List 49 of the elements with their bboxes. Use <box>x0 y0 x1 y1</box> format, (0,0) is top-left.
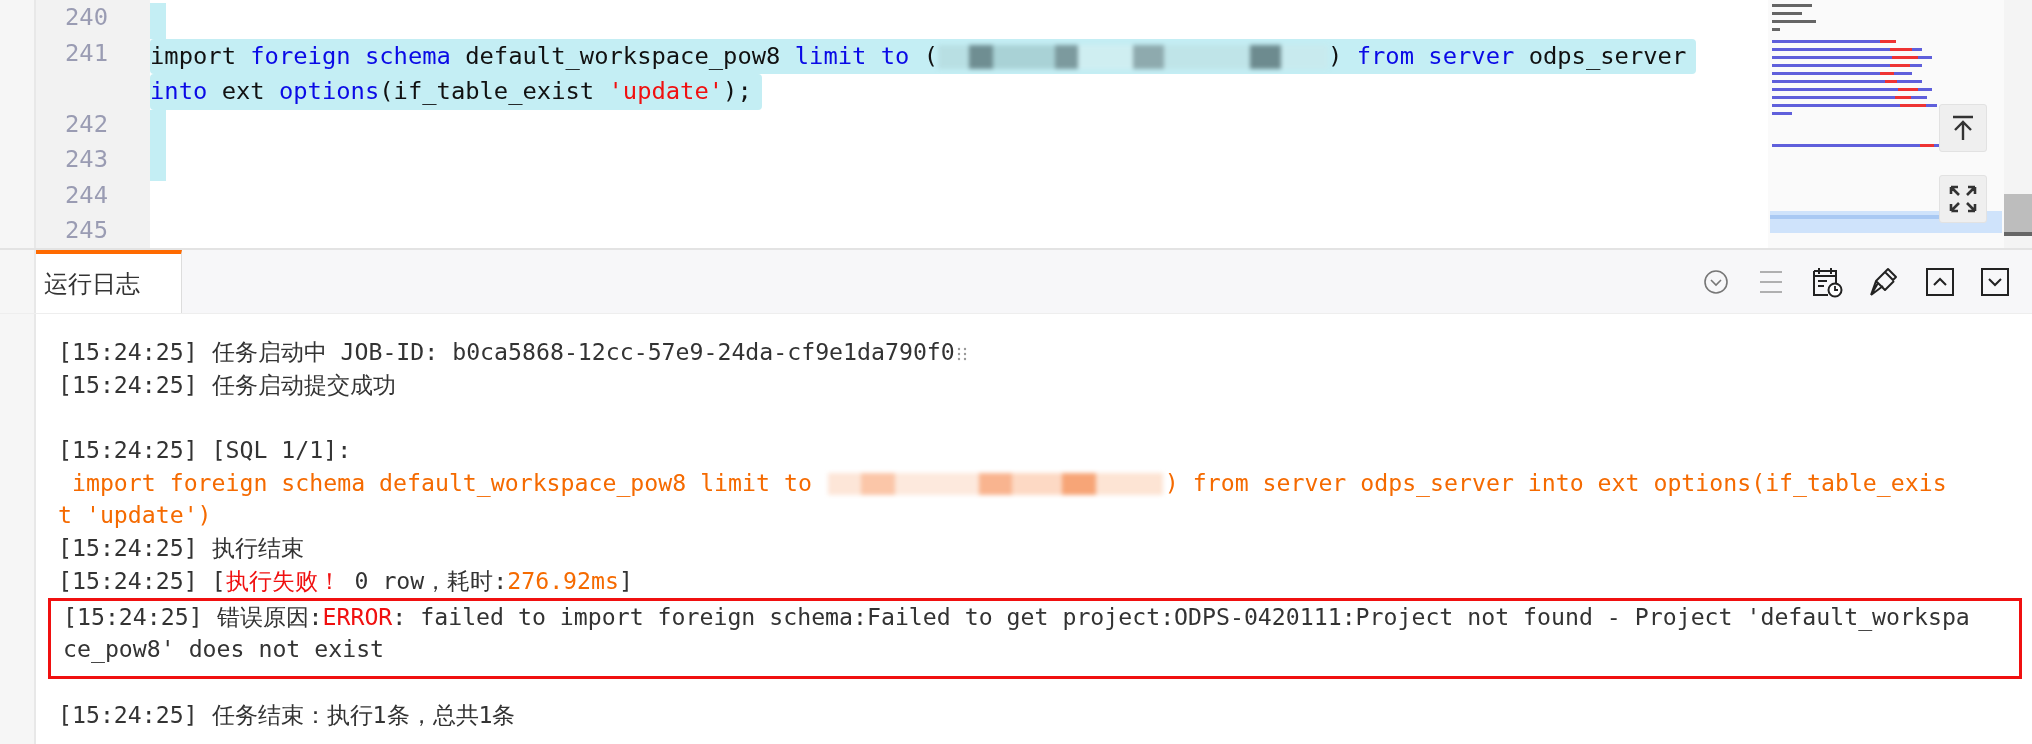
scrollbar-thumb[interactable] <box>2004 194 2032 236</box>
log-text: ce_pow8' does not exist <box>63 635 385 663</box>
code-token: ); <box>723 77 752 105</box>
code-token: options <box>278 77 380 105</box>
code-token: to <box>880 41 911 70</box>
code-token: default_workspace_pow8 <box>465 41 782 70</box>
code-token: ext <box>221 77 266 105</box>
code-token: 'update' <box>608 77 724 105</box>
code-token: schema <box>364 41 452 70</box>
caret-up-box-icon[interactable] <box>1925 266 1955 297</box>
caret-down-box-icon[interactable] <box>1980 266 2010 297</box>
fullscreen-button[interactable] <box>1939 175 1987 223</box>
line-number: 242 <box>64 109 109 140</box>
code-token: import <box>150 41 237 70</box>
code-token: server <box>1428 41 1516 70</box>
code-token: ( <box>923 41 939 70</box>
log-text: [15:24:25] 任务结束：执行1条，总共1条 <box>58 700 516 728</box>
log-text: [15:24:25] [SQL 1/1]: <box>58 436 352 464</box>
log-text: [15:24:25] 执行结束 <box>58 534 304 562</box>
log-text: : failed to import foreign schema:Failed to get project:ODPS-0420111:Project not found - Project 'default_workspa <box>392 602 1970 630</box>
code-token: limit <box>794 41 868 70</box>
code-token: into <box>150 77 209 105</box>
log-text: ERROR <box>322 602 393 630</box>
log-text: [15:24:25] 任务启动中 JOB-ID: b0ca5868-12cc-57e9-24da-cf9e1da790f0 <box>58 338 955 365</box>
log-text: [15:24:25] [ <box>58 566 226 594</box>
log-text: ) from server odps_server into ext options(if_table_exis <box>1164 468 1947 496</box>
log-text: 0 row，耗时: <box>353 566 508 594</box>
expand-icon <box>1948 184 1978 214</box>
log-text: [15:24:25] 任务启动提交成功 <box>58 370 396 398</box>
log-text: [15:24:25] 错误原因: <box>63 602 323 630</box>
line-number: 241 <box>64 38 109 69</box>
line-number: 245 <box>64 216 109 246</box>
log-text: 276.92ms <box>507 566 619 594</box>
line-number: 244 <box>64 180 109 211</box>
calendar-clock-icon[interactable] <box>1811 265 1843 298</box>
log-tab[interactable]: 运行日志 <box>36 250 182 313</box>
line-number: 243 <box>64 145 109 175</box>
code-token: foreign <box>250 41 352 70</box>
code-token: (if_table_exist <box>379 77 596 105</box>
scroll-top-button[interactable] <box>1939 104 1987 152</box>
log-text: ] <box>618 566 633 594</box>
line-number: 240 <box>64 3 109 33</box>
dots-icon[interactable] <box>956 346 967 361</box>
code-token: ) <box>1328 41 1344 70</box>
log-text: t 'update') <box>58 501 212 529</box>
log-text: 执行失败！ <box>225 566 341 594</box>
log-text: import foreign schema default_workspace_pow8 limit to <box>70 468 813 496</box>
code-token: from <box>1356 41 1415 70</box>
code-token: odps_server <box>1528 41 1687 70</box>
